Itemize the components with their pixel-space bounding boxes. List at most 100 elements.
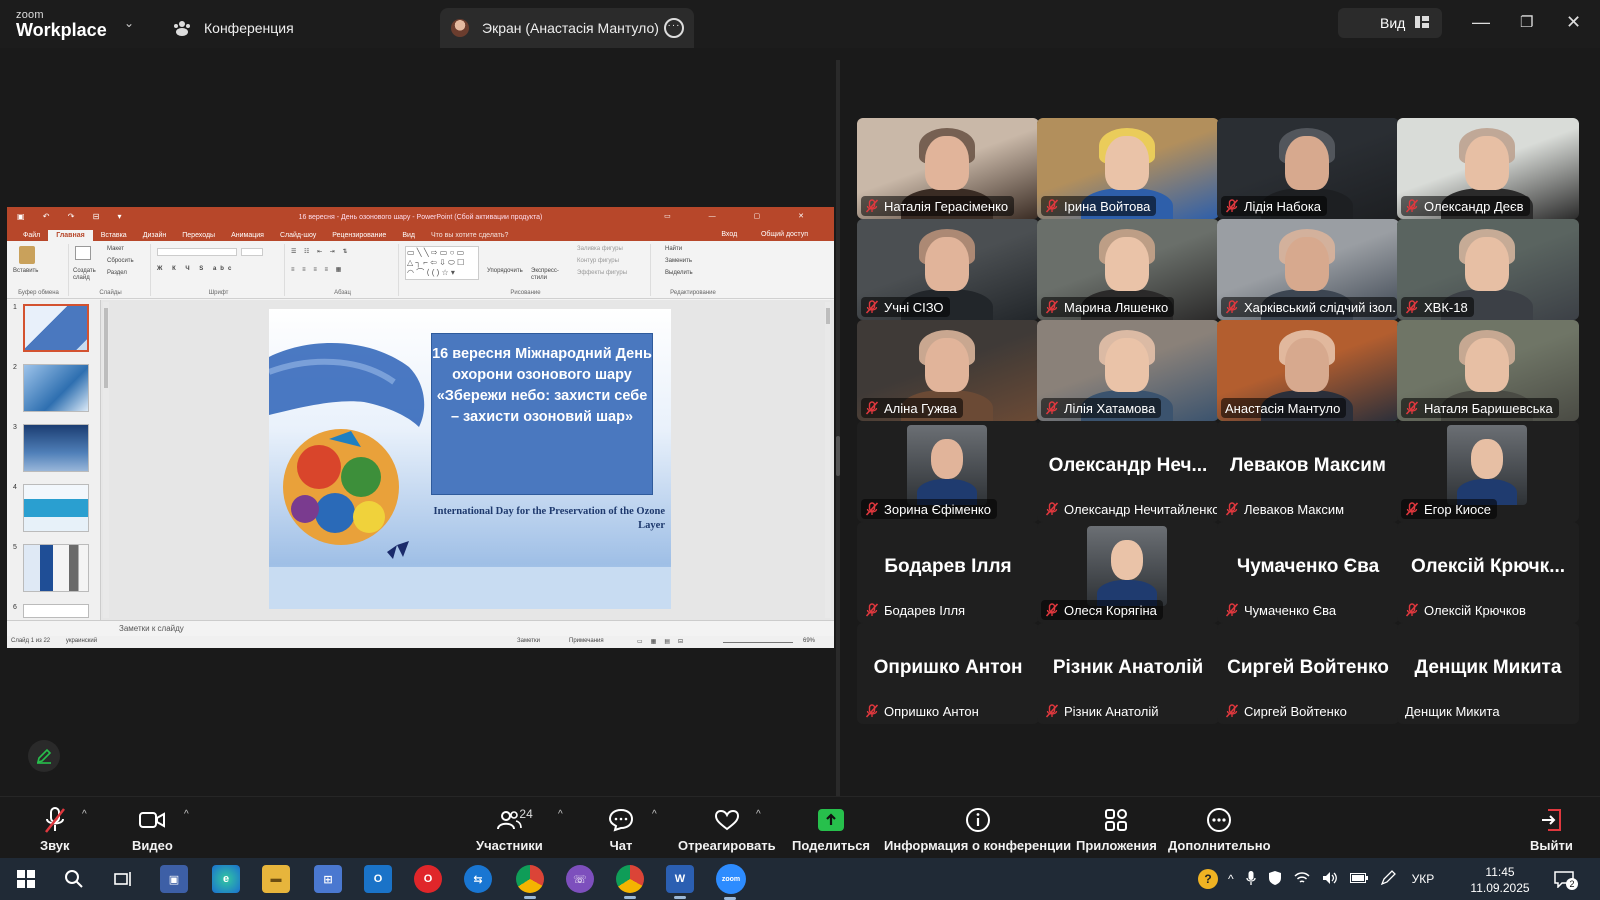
slide-thumbnail-4[interactable] — [23, 484, 89, 532]
volume-icon[interactable] — [1322, 871, 1338, 888]
taskbar-clock[interactable]: 11:45 11.09.2025 — [1468, 864, 1532, 896]
slide-thumbnail-1[interactable] — [23, 304, 89, 352]
help-icon[interactable]: ? — [1198, 869, 1218, 889]
arrange-label[interactable]: Упорядочить — [487, 268, 523, 274]
outlook-icon[interactable]: O — [364, 865, 392, 893]
participant-tile[interactable]: Наталія Герасіменко — [857, 118, 1039, 219]
font-format-icons[interactable]: Ж К Ч S abc — [157, 266, 235, 272]
status-comments-button[interactable]: Примечания — [569, 638, 604, 644]
paste-label[interactable]: Вставить — [13, 268, 38, 274]
participant-tile[interactable]: Наталя Баришевська — [1397, 320, 1579, 421]
participant-tile[interactable]: Лілія Хатамова — [1037, 320, 1219, 421]
tab-conference[interactable]: Конференция — [172, 8, 294, 48]
security-shield-icon[interactable] — [1268, 870, 1282, 889]
shape-outline-label[interactable]: Контур фигуры — [577, 258, 619, 264]
thumbnails-scrollbar[interactable] — [103, 302, 109, 618]
ppt-tell-me[interactable]: Что вы хотите сделать? — [423, 230, 516, 241]
ppt-menu-design[interactable]: Дизайн — [135, 230, 175, 241]
zoom-slider[interactable] — [723, 642, 793, 643]
chevron-up-icon[interactable]: ^ — [1228, 872, 1234, 886]
ppt-menu-animation[interactable]: Анимация — [223, 230, 272, 241]
participant-tile[interactable]: Учні СІЗО — [857, 219, 1039, 320]
participant-tile[interactable]: Олексій Крючк... Олексій Крючков — [1397, 522, 1579, 623]
shape-effects-label[interactable]: Эффекты фигуры — [577, 270, 627, 276]
keyboard-language[interactable]: УКР — [1412, 872, 1435, 886]
teamviewer-icon[interactable]: ⇆ — [464, 865, 492, 893]
more-button[interactable]: Дополнительно — [1168, 805, 1271, 853]
notification-center[interactable]: 2 — [1554, 858, 1578, 900]
list-icons[interactable]: ☰ ☷ ⇤ ⇥ ⇅ — [291, 248, 351, 255]
participant-tile[interactable]: Олександр Деєв — [1397, 118, 1579, 219]
replace-label[interactable]: Заменить — [665, 258, 692, 264]
select-label[interactable]: Выделить — [665, 270, 693, 276]
search-icon[interactable] — [60, 865, 88, 893]
ppt-menu-home[interactable]: Главная — [48, 230, 93, 241]
participants-button[interactable]: 24 Участники — [476, 805, 543, 853]
ppt-menu-transitions[interactable]: Переходы — [174, 230, 223, 241]
video-options-caret-icon[interactable]: ^ — [184, 809, 189, 820]
zoom-workplace-logo[interactable]: zoom Workplace — [16, 10, 107, 40]
slide-thumbnail-3[interactable] — [23, 424, 89, 472]
ppt-menu-review[interactable]: Рецензирование — [324, 230, 394, 241]
share-screen-button[interactable]: Поделиться — [792, 805, 870, 853]
minimize-icon[interactable]: — — [1472, 12, 1490, 33]
more-options-icon[interactable]: ··· — [664, 18, 684, 38]
ppt-quick-access[interactable]: ▣ ↶ ↷ ⊟ ▾ — [17, 212, 130, 221]
shapes-gallery[interactable]: ▭ ╲ ╲ ⇨ ▭ ○ ▭ △ ┐ ⌐ ⇦ ⇩ ⬭ ☐ ◠ ⌒ ⟨ ( ) ☆ ▾ — [405, 246, 479, 280]
zoom-app-icon[interactable]: zoom — [716, 864, 746, 900]
slide-thumbnail-2[interactable] — [23, 364, 89, 412]
create-slide-label[interactable]: Создать слайд — [73, 268, 101, 282]
meeting-info-button[interactable]: Информация о конференции — [884, 805, 1071, 853]
ppt-window-controls[interactable]: ▭ — ▢ ✕ — [664, 212, 822, 220]
align-icons[interactable]: ≡ ≡ ≡ ≡ ▦ — [291, 266, 344, 273]
current-slide[interactable]: 16 вересня Міжнародний День охорони озон… — [269, 309, 671, 609]
participant-tile[interactable]: Харківський слідчий ізол... — [1217, 219, 1399, 320]
audio-button[interactable]: Звук — [40, 805, 70, 853]
view-mode-icons[interactable]: ▭▦▤⊟ — [637, 638, 691, 645]
ppt-sign-in[interactable]: Вход — [713, 229, 745, 240]
leave-button[interactable]: Выйти — [1530, 805, 1573, 853]
chrome-profile-icon[interactable] — [616, 865, 644, 899]
participant-tile[interactable]: Різник Анатолій Різник Анатолій — [1037, 623, 1219, 724]
restore-icon[interactable]: ❐ — [1520, 13, 1533, 31]
participant-tile[interactable]: Марина Ляшенко — [1037, 219, 1219, 320]
ppt-menu-file[interactable]: Файл — [15, 230, 48, 241]
split-resize-handle[interactable] — [836, 436, 840, 476]
new-slide-icon[interactable] — [75, 246, 91, 260]
apps-button[interactable]: Приложения — [1076, 805, 1157, 853]
participant-tile[interactable]: Сиргей Войтенко Сиргей Войтенко — [1217, 623, 1399, 724]
annotate-pencil-icon[interactable] — [28, 740, 60, 772]
ppt-menu-view[interactable]: Вид — [394, 230, 423, 241]
participant-tile[interactable]: Егор Киосе — [1397, 421, 1579, 522]
quick-styles-label[interactable]: Экспресс-стили — [531, 268, 563, 282]
tab-shared-screen[interactable]: Экран (Анастасія Мантуло) ··· — [440, 8, 694, 48]
pen-ink-icon[interactable] — [1380, 869, 1396, 889]
save-app-icon[interactable]: ▣ — [160, 865, 188, 893]
word-icon[interactable]: W — [666, 865, 694, 899]
reset-label[interactable]: Сбросить — [107, 258, 134, 264]
zoom-level[interactable]: 69% — [803, 638, 815, 644]
file-explorer-icon[interactable]: ▬ — [262, 865, 290, 893]
status-notes-button[interactable]: Заметки — [517, 638, 540, 644]
edge-browser-icon[interactable]: e — [212, 865, 240, 893]
ppt-menu-slideshow[interactable]: Слайд-шоу — [272, 230, 324, 241]
chrome-browser-icon[interactable] — [516, 865, 544, 899]
slide-notes-field[interactable]: Заметки к слайду — [7, 620, 834, 636]
opera-browser-icon[interactable]: O — [414, 865, 442, 893]
participant-tile[interactable]: Лідія Набока — [1217, 118, 1399, 219]
audio-options-caret-icon[interactable]: ^ — [82, 809, 87, 820]
participant-tile[interactable]: Зорина Єфіменко — [857, 421, 1039, 522]
slide-scrollbar[interactable] — [825, 302, 831, 618]
participant-tile[interactable]: Анастасія Мантуло — [1217, 320, 1399, 421]
paste-icon[interactable] — [19, 246, 35, 264]
wifi-icon[interactable] — [1294, 871, 1310, 888]
layout-label[interactable]: Макет — [107, 246, 124, 252]
slide-title-box[interactable]: 16 вересня Міжнародний День охорони озон… — [431, 333, 653, 495]
participant-tile[interactable]: Бодарев Ілля Бодарев Ілля — [857, 522, 1039, 623]
ppt-menu-insert[interactable]: Вставка — [93, 230, 135, 241]
close-icon[interactable]: ✕ — [1566, 12, 1581, 33]
shape-fill-label[interactable]: Заливка фигуры — [577, 246, 623, 252]
participant-tile[interactable]: Олеся Корягіна — [1037, 522, 1219, 623]
participant-tile[interactable]: Опришко Антон Опришко Антон — [857, 623, 1039, 724]
react-caret-icon[interactable]: ^ — [756, 809, 761, 820]
